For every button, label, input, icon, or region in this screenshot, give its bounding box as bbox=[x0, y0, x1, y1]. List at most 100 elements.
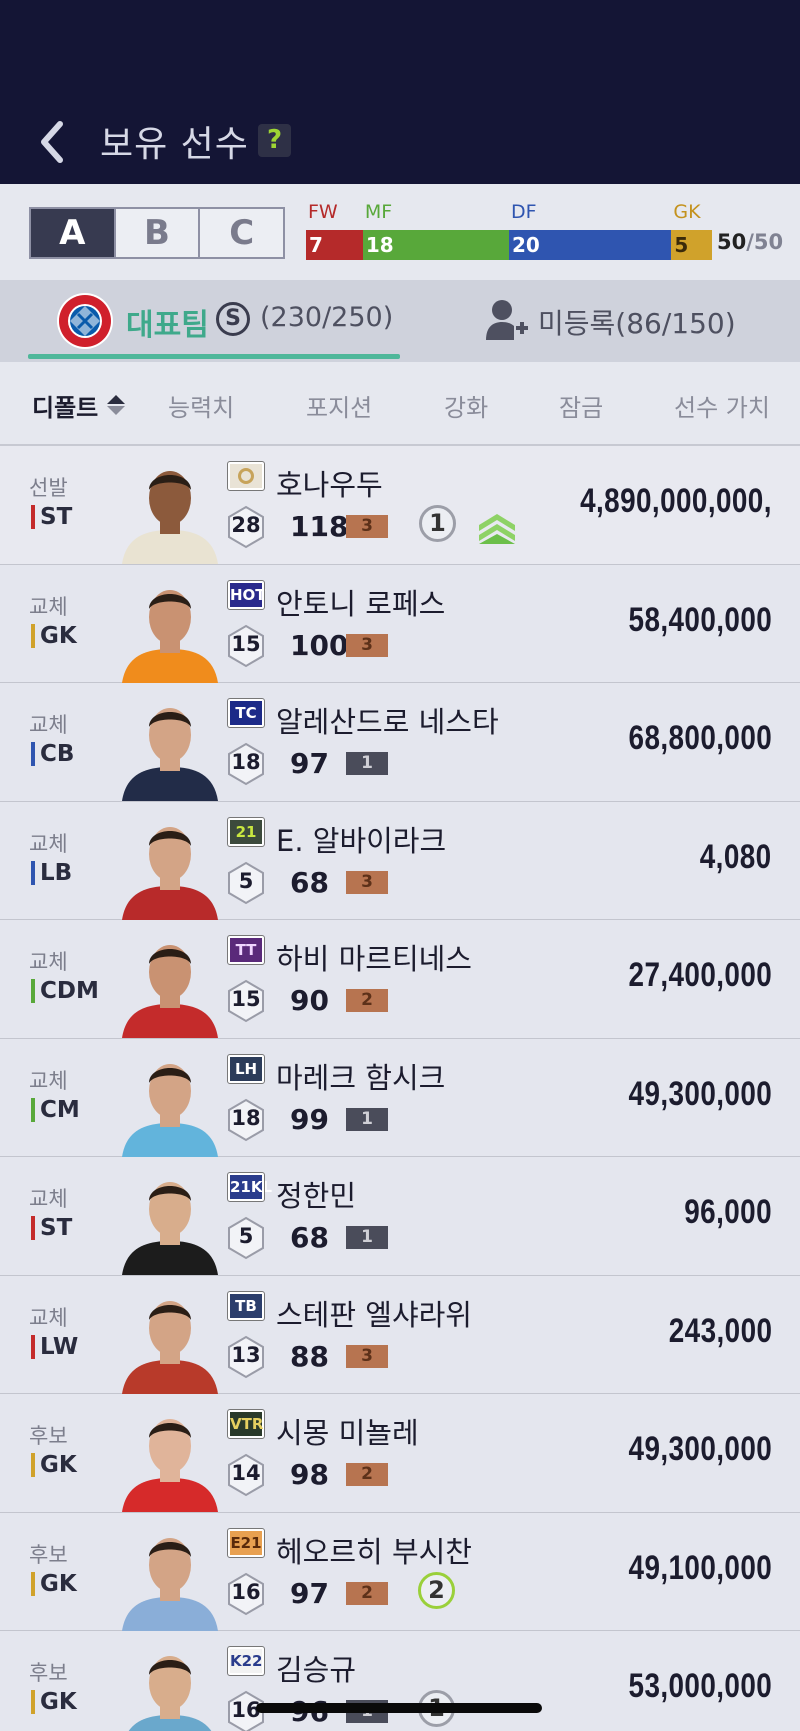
team-tab-bar: 대표팀 S (230/250) 미등록(86/150) bbox=[0, 280, 800, 362]
player-row[interactable]: 교체 LB 21 E. 알바이라크 5 68 3 4,080 bbox=[0, 801, 800, 920]
player-salary: 18 bbox=[231, 1105, 261, 1130]
enhance-grade-badge: 1 bbox=[346, 1226, 388, 1249]
sort-value[interactable]: 선수 가치 bbox=[674, 388, 770, 423]
player-name: 시몽 미뇰레 bbox=[276, 1416, 419, 1450]
season-badge-icon: E21 bbox=[227, 1527, 265, 1558]
squad-tab-a[interactable]: A bbox=[31, 209, 114, 257]
sort-bar: 디폴트 능력치 포지션 강화 잠금 선수 가치 bbox=[0, 362, 800, 446]
player-name: 김승규 bbox=[276, 1653, 357, 1687]
player-row[interactable]: 교체 CB TC 알레산드로 네스타 18 97 1 68,800,000 bbox=[0, 683, 800, 802]
season-badge-icon: 21 bbox=[227, 816, 265, 847]
squad-tab-b[interactable]: B bbox=[113, 209, 199, 257]
back-chevron-icon[interactable] bbox=[34, 118, 70, 166]
player-photo bbox=[122, 1300, 218, 1394]
player-row[interactable]: 교체 GK HOT 안토니 로페스 15 100 3 58,400,000 bbox=[0, 564, 800, 683]
position-label: GK bbox=[673, 201, 701, 223]
player-name: 호나우두 bbox=[276, 468, 383, 502]
player-photo bbox=[122, 826, 218, 920]
player-position: CB bbox=[31, 741, 74, 767]
player-value: 4,080 bbox=[700, 837, 772, 876]
player-value: 4,890,000,000, bbox=[580, 482, 772, 520]
player-role: 교체 bbox=[29, 594, 68, 619]
enhance-grade-badge: 3 bbox=[346, 1344, 388, 1368]
position-label: FW bbox=[308, 201, 338, 223]
player-position: GK bbox=[31, 1689, 77, 1715]
season-badge-icon: TB bbox=[227, 1290, 265, 1321]
player-value: 49,300,000 bbox=[628, 1074, 772, 1113]
player-row[interactable]: 후보 GK VTR 시몽 미뇰레 14 98 2 49,300,000 bbox=[0, 1394, 800, 1513]
tab-main-team[interactable]: 대표팀 S (230/250) bbox=[28, 280, 400, 362]
enhance-grade-badge: 2 bbox=[346, 1463, 388, 1486]
player-salary: 14 bbox=[231, 1461, 261, 1485]
season-badge-icon: HOT bbox=[227, 579, 266, 610]
player-role: 후보 bbox=[29, 1542, 68, 1567]
level-circle-badge: 1 bbox=[419, 505, 456, 542]
player-name: 하비 마르티네스 bbox=[276, 942, 472, 976]
sort-arrow-icon bbox=[107, 395, 125, 415]
squad-segment: ABC bbox=[29, 207, 285, 259]
player-name: 헤오르히 부시찬 bbox=[276, 1534, 472, 1569]
player-salary: 16 bbox=[231, 1579, 261, 1604]
position-distribution-bar: FW 7 MF 18 DF 20 GK 5 bbox=[306, 201, 712, 260]
team-grade-badge: S bbox=[216, 302, 250, 336]
player-row[interactable]: 교체 ST 21KL 정한민 5 68 1 96,000 bbox=[0, 1157, 800, 1276]
player-name: 안토니 로페스 bbox=[276, 586, 446, 621]
sort-position[interactable]: 포지션 bbox=[306, 388, 372, 423]
roster-total: 50/50 bbox=[717, 230, 784, 254]
squad-tab-c[interactable]: C bbox=[198, 209, 284, 257]
help-button[interactable]: ? bbox=[258, 124, 291, 157]
player-salary: 18 bbox=[231, 750, 261, 774]
player-name: 마레크 함시크 bbox=[276, 1060, 446, 1095]
player-position: CDM bbox=[31, 978, 99, 1004]
player-position: GK bbox=[31, 1571, 77, 1597]
player-ovr: 99 bbox=[290, 1102, 329, 1136]
sort-ability[interactable]: 능력치 bbox=[168, 388, 234, 423]
season-badge-icon: K22 bbox=[227, 1646, 265, 1676]
player-role: 교체 bbox=[29, 1305, 68, 1330]
player-salary: 13 bbox=[231, 1342, 261, 1367]
player-photo bbox=[122, 589, 218, 683]
player-position: LW bbox=[31, 1334, 78, 1360]
add-user-icon[interactable] bbox=[484, 298, 530, 342]
player-row[interactable]: 교체 LW TB 스테판 엘샤라위 13 88 3 243,000 bbox=[0, 1275, 800, 1394]
enhance-grade-badge: 3 bbox=[346, 870, 388, 894]
player-ovr: 68 bbox=[290, 865, 329, 899]
team-tab-label: 대표팀 bbox=[126, 308, 209, 343]
player-photo bbox=[122, 1537, 218, 1631]
player-role: 후보 bbox=[29, 1424, 68, 1448]
tab-unregistered[interactable]: 미등록(86/150) bbox=[538, 302, 736, 342]
player-row[interactable]: 후보GKK22김승규16961153,000,000 bbox=[0, 1631, 800, 1731]
position-segment-gk: GK 5 bbox=[671, 201, 712, 260]
sort-default[interactable]: 디폴트 bbox=[32, 388, 98, 423]
enhance-grade-badge: 3 bbox=[346, 515, 388, 538]
player-position: CM bbox=[31, 1097, 80, 1123]
position-segment-fw: FW 7 bbox=[306, 201, 363, 260]
player-role: 교체 bbox=[29, 831, 68, 856]
player-value: 49,100,000 bbox=[628, 1548, 772, 1587]
position-count: 20 bbox=[511, 233, 540, 257]
player-value: 68,800,000 bbox=[628, 719, 772, 757]
player-photo bbox=[128, 1656, 212, 1731]
player-row[interactable]: 후보 GK E21 헤오르히 부시찬 16 97 2 2 49,100,000 bbox=[0, 1512, 800, 1631]
player-row[interactable]: 선발 ST 호나우두 28 118 3 1 4,890,000,000, bbox=[0, 446, 800, 565]
enhance-grade-badge: 1 bbox=[346, 1107, 388, 1131]
player-value: 49,300,000 bbox=[628, 1430, 772, 1468]
player-row[interactable]: 교체 CDM TT 하비 마르티네스 15 90 2 27,400,000 bbox=[0, 920, 800, 1039]
player-role: 교체 bbox=[29, 713, 68, 737]
player-position: GK bbox=[31, 1452, 77, 1478]
sort-enhance[interactable]: 강화 bbox=[444, 388, 488, 423]
home-indicator[interactable] bbox=[256, 1703, 542, 1713]
player-list: 선발 ST 호나우두 28 118 3 1 4,890,000,000, 교체 GK HOT 안토니 … bbox=[0, 446, 800, 1731]
player-role: 교체 bbox=[29, 950, 68, 974]
player-value: 53,000,000 bbox=[628, 1667, 772, 1705]
position-label: MF bbox=[364, 201, 393, 223]
sort-lock[interactable]: 잠금 bbox=[559, 388, 603, 423]
level-up-chevrons-icon bbox=[479, 514, 515, 544]
position-count: 18 bbox=[365, 233, 394, 257]
player-salary: 5 bbox=[238, 1224, 254, 1248]
player-row[interactable]: 교체 CM LH 마레크 함시크 18 99 1 49,300,000 bbox=[0, 1038, 800, 1157]
season-badge-icon: TT bbox=[227, 935, 265, 965]
player-salary: 5 bbox=[238, 868, 254, 893]
player-salary: 15 bbox=[231, 987, 261, 1011]
filter-bar: ABC FW 7 MF 18 DF 20 GK 5 50/50 bbox=[0, 184, 800, 280]
